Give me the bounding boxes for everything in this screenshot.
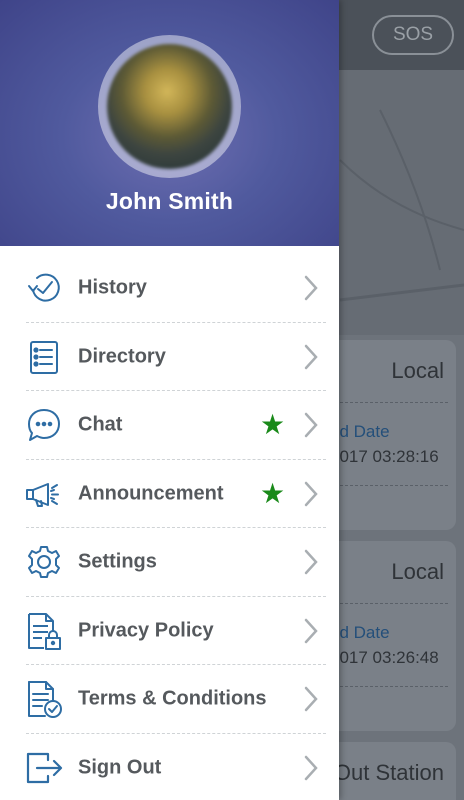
drawer-menu: History Directory Chat ★ Announcement ★ … bbox=[0, 254, 339, 800]
menu-item-directory[interactable]: Directory bbox=[0, 323, 339, 391]
chevron-right-icon bbox=[304, 344, 318, 369]
card-divider bbox=[340, 485, 448, 486]
terms-document-icon bbox=[24, 679, 64, 719]
drawer-header: John Smith bbox=[0, 0, 339, 246]
card-date-value: 2017 03:28:16 bbox=[330, 447, 439, 466]
chevron-right-icon bbox=[304, 687, 318, 712]
menu-item-settings[interactable]: Settings bbox=[0, 528, 339, 597]
privacy-document-icon bbox=[24, 611, 64, 651]
card-divider bbox=[340, 603, 448, 604]
sos-button[interactable]: SOS bbox=[372, 15, 454, 55]
avatar[interactable] bbox=[107, 44, 232, 169]
menu-item-sign-out[interactable]: Sign Out bbox=[0, 734, 339, 800]
gear-icon bbox=[24, 542, 64, 582]
menu-item-privacy-policy[interactable]: Privacy Policy bbox=[0, 597, 339, 665]
card-title: Local bbox=[391, 559, 444, 584]
directory-icon bbox=[24, 337, 64, 377]
menu-item-terms-conditions[interactable]: Terms & Conditions bbox=[0, 665, 339, 734]
card-divider bbox=[340, 402, 448, 403]
avatar-ring bbox=[98, 35, 241, 178]
chevron-right-icon bbox=[304, 618, 318, 643]
menu-item-announcement[interactable]: Announcement ★ bbox=[0, 460, 339, 528]
chevron-right-icon bbox=[304, 550, 318, 575]
menu-item-history[interactable]: History bbox=[0, 254, 339, 323]
chevron-right-icon bbox=[304, 276, 318, 301]
star-icon: ★ bbox=[260, 477, 286, 509]
menu-item-chat[interactable]: Chat ★ bbox=[0, 391, 339, 460]
menu-item-label: Privacy Policy bbox=[78, 619, 214, 642]
chevron-right-icon bbox=[304, 755, 318, 780]
sign-out-icon bbox=[24, 748, 64, 788]
navigation-drawer: John Smith History Directory Chat ★ Anno… bbox=[0, 0, 339, 800]
card-divider bbox=[340, 686, 448, 687]
menu-item-label: Sign Out bbox=[78, 756, 162, 779]
menu-item-label: Settings bbox=[78, 550, 157, 573]
menu-item-label: Terms & Conditions bbox=[78, 687, 267, 710]
chevron-right-icon bbox=[304, 413, 318, 438]
menu-item-label: Announcement bbox=[78, 482, 224, 505]
menu-item-label: Chat bbox=[78, 413, 123, 436]
card-title: Local bbox=[391, 358, 444, 383]
menu-item-label: Directory bbox=[78, 345, 166, 368]
user-name: John Smith bbox=[105, 188, 234, 214]
star-icon: ★ bbox=[260, 409, 286, 441]
chevron-right-icon bbox=[304, 481, 318, 506]
card-date-value: 2017 03:26:48 bbox=[330, 648, 439, 667]
megaphone-icon bbox=[24, 474, 64, 514]
chat-icon bbox=[24, 405, 64, 445]
history-icon bbox=[24, 268, 64, 308]
card-title: Out Station bbox=[333, 760, 444, 785]
menu-item-label: History bbox=[78, 276, 147, 299]
